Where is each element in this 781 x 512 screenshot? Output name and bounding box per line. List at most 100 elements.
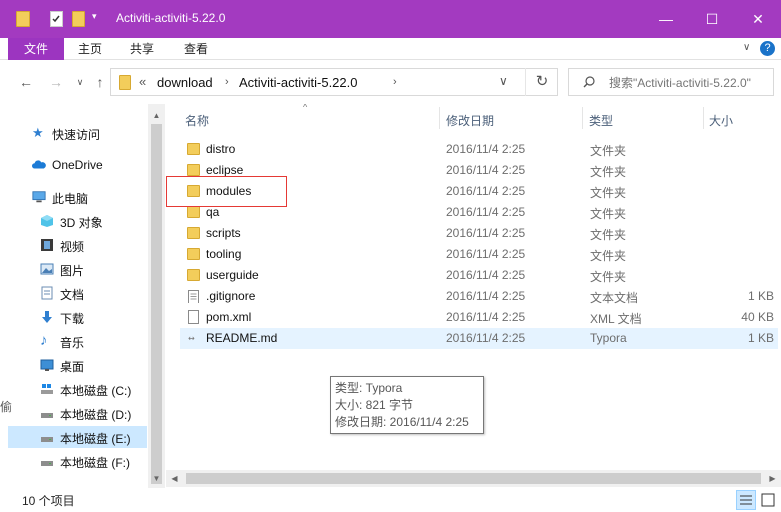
expand-ribbon-icon[interactable]: ∨ [743, 42, 757, 56]
nav-scrollbar[interactable]: ▲ ▼ [148, 104, 165, 488]
back-button[interactable]: ← [18, 74, 34, 90]
nav-drive-e[interactable]: 本地磁盘 (E:) [8, 426, 147, 448]
nav-desktop[interactable]: 桌面 [8, 354, 147, 376]
scroll-up-icon[interactable]: ▲ [148, 107, 165, 124]
properties-icon[interactable] [50, 11, 63, 27]
recent-locations-icon[interactable]: ∨ [72, 74, 88, 90]
tab-file[interactable]: 文件 [8, 38, 64, 60]
folder-icon [187, 248, 200, 260]
chevron-right-icon[interactable]: › [225, 76, 229, 88]
download-icon [42, 311, 52, 323]
status-bar: 10 个项目 [0, 488, 781, 512]
cloud-icon [32, 160, 46, 169]
overflow-chevron[interactable]: « [139, 74, 146, 89]
file-type: 文件夹 [590, 270, 627, 284]
nav-3d-objects[interactable]: 3D 对象 [8, 210, 147, 232]
file-name: userguide [206, 268, 259, 282]
nav-drive-f[interactable]: 本地磁盘 (F:) [8, 450, 147, 472]
column-divider[interactable] [439, 107, 440, 129]
chevron-down-icon[interactable]: ∨ [499, 74, 508, 88]
nav-quick-access[interactable]: ★ 快速访问 [8, 122, 147, 144]
tab-home[interactable]: 主页 [70, 38, 110, 60]
search-input[interactable] [609, 74, 771, 91]
tooltip-type: 类型: Typora [335, 381, 403, 395]
nav-music[interactable]: ♪ 音乐 [8, 330, 147, 352]
file-row[interactable]: scripts 2016/11/4 2:25 文件夹 [180, 223, 778, 244]
minimize-button[interactable]: — [643, 0, 689, 38]
new-folder-icon[interactable] [72, 11, 85, 27]
details-view-button[interactable] [736, 490, 756, 510]
ribbon-tabs: 文件 主页 共享 查看 ∨ ? [0, 38, 781, 60]
nav-label: 3D 对象 [60, 216, 103, 230]
scroll-left-icon[interactable]: ◀ [166, 470, 183, 487]
column-header-date[interactable]: 修改日期 [446, 112, 494, 129]
horizontal-scrollbar[interactable]: ◀ ▶ [166, 470, 781, 487]
nav-downloads[interactable]: 下载 [8, 306, 147, 328]
column-divider[interactable] [582, 107, 583, 129]
refresh-button[interactable]: ↻ [525, 68, 558, 96]
scroll-thumb[interactable] [151, 124, 162, 484]
folder-icon [119, 75, 131, 90]
forward-button[interactable]: → [48, 74, 64, 90]
film-icon [41, 239, 53, 251]
nav-documents[interactable]: 文档 [8, 282, 147, 304]
column-header-size[interactable]: 大小 [709, 112, 733, 129]
file-name: README.md [206, 331, 278, 345]
chevron-right-icon[interactable]: › [393, 76, 397, 88]
folder-icon[interactable] [16, 11, 30, 27]
title-bar: ▾ Activiti-activiti-5.22.0 — ☐ ✕ [0, 0, 781, 38]
nav-drive-d[interactable]: 本地磁盘 (D:) [8, 402, 147, 424]
customize-quick-access-icon[interactable]: ▾ [92, 11, 102, 27]
tab-view[interactable]: 查看 [176, 38, 216, 60]
cube-icon [41, 215, 53, 227]
window-title: Activiti-activiti-5.22.0 [116, 11, 226, 25]
scroll-down-icon[interactable]: ▼ [148, 470, 165, 487]
nav-videos[interactable]: 视频 [8, 234, 147, 256]
search-box[interactable] [568, 68, 774, 96]
up-button[interactable]: ↑ [92, 74, 108, 90]
file-type: 文件夹 [590, 144, 627, 158]
nav-this-pc[interactable]: 此电脑 [8, 186, 147, 208]
file-row[interactable]: pom.xml 2016/11/4 2:25 XML 文档 40 KB [180, 307, 778, 328]
file-type: 文本文档 [590, 291, 639, 305]
nav-drive-c[interactable]: 本地磁盘 (C:) [8, 378, 147, 400]
file-date: 2016/11/4 2:25 [446, 226, 526, 240]
nav-label: OneDrive [52, 158, 103, 172]
tooltip-date: 修改日期: 2016/11/4 2:25 [335, 415, 469, 429]
close-button[interactable]: ✕ [735, 0, 781, 38]
nav-label: 视频 [60, 240, 85, 254]
help-icon[interactable]: ? [760, 41, 775, 56]
nav-onedrive[interactable]: OneDrive [8, 154, 147, 176]
breadcrumb-current[interactable]: Activiti-activiti-5.22.0 [239, 75, 357, 90]
tab-share[interactable]: 共享 [122, 38, 162, 60]
document-icon [41, 286, 53, 300]
column-header-name[interactable]: 名称 [185, 112, 209, 129]
folder-icon [187, 227, 200, 239]
column-divider[interactable] [703, 107, 704, 129]
file-row[interactable]: userguide 2016/11/4 2:25 文件夹 [180, 265, 778, 286]
nav-label: 图片 [60, 264, 85, 278]
navigation-pane: ★ 快速访问 OneDrive 此电脑 3D 对象 视频 图片 文档 下载 ♪ … [8, 104, 147, 488]
breadcrumb-download[interactable]: download [157, 75, 213, 90]
large-icons-view-icon [761, 493, 775, 507]
large-icons-view-button[interactable] [758, 490, 778, 510]
scroll-right-icon[interactable]: ▶ [764, 470, 781, 487]
file-size: 1 KB [747, 289, 774, 303]
file-row[interactable]: ↔ README.md 2016/11/4 2:25 Typora 1 KB [180, 328, 778, 349]
file-row[interactable]: tooling 2016/11/4 2:25 文件夹 [180, 244, 778, 265]
file-row[interactable]: .gitignore 2016/11/4 2:25 文本文档 1 KB [180, 286, 778, 307]
nav-label: 桌面 [60, 360, 85, 374]
file-date: 2016/11/4 2:25 [446, 289, 526, 303]
nav-pictures[interactable]: 图片 [8, 258, 147, 280]
nav-label: 此电脑 [52, 192, 89, 206]
file-name: qa [206, 205, 220, 219]
nav-label: 本地磁盘 (C:) [60, 384, 132, 398]
address-bar[interactable]: « download › Activiti-activiti-5.22.0 › … [110, 68, 558, 96]
details-view-icon [740, 495, 752, 505]
nav-label: 下载 [60, 312, 85, 326]
maximize-button[interactable]: ☐ [689, 0, 735, 38]
file-row[interactable]: distro 2016/11/4 2:25 文件夹 [180, 139, 778, 160]
column-header-type[interactable]: 类型 [589, 112, 613, 129]
file-size: 40 KB [741, 310, 774, 324]
scroll-thumb[interactable] [186, 473, 761, 484]
